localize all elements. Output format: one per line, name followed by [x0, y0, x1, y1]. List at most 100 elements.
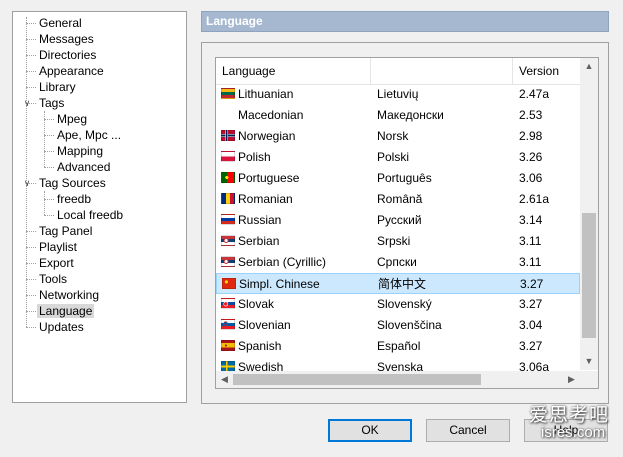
lt-flag-icon	[221, 88, 235, 99]
language-version: 3.11	[519, 234, 542, 248]
language-name: Romanian	[238, 192, 293, 206]
scrollbar-corner	[580, 371, 598, 388]
scroll-down-icon[interactable]: ▼	[580, 353, 598, 370]
language-name: Slovak	[238, 297, 275, 311]
si-flag-icon	[221, 319, 235, 330]
scroll-up-icon[interactable]: ▲	[580, 58, 598, 75]
no-flag-icon	[221, 130, 235, 141]
list-item[interactable]: Romanian Română 2.61a	[216, 189, 580, 210]
tree-branch-line	[44, 191, 45, 215]
tree-connector	[26, 295, 36, 296]
native-name: Српски	[377, 255, 417, 269]
language-name: Macedonian	[238, 108, 304, 122]
tree-item[interactable]: Mpeg	[55, 111, 89, 127]
tree-item[interactable]: Updates	[37, 319, 86, 335]
column-header-native[interactable]	[371, 58, 513, 84]
list-item[interactable]: Spanish Español 3.27	[216, 336, 580, 357]
language-version: 3.27	[519, 297, 543, 311]
language-name: Norwegian	[238, 129, 296, 143]
tree-connector	[26, 55, 36, 56]
column-header-language[interactable]: Language	[216, 58, 371, 84]
list-item[interactable]: Norwegian Norsk 2.98	[216, 126, 580, 147]
list-item[interactable]: Russian Русский 3.14	[216, 210, 580, 231]
language-version: 2.53	[519, 108, 543, 122]
tree-item-label: freedb	[57, 192, 92, 206]
tree-item-label: Tag Sources	[39, 176, 106, 190]
tree-item[interactable]: Appearance	[37, 63, 106, 79]
tree-connector	[26, 23, 36, 24]
tree-connector	[26, 87, 36, 88]
watermark-url: isres.com	[541, 424, 606, 441]
language-version: 3.04	[519, 318, 543, 332]
native-name: 简体中文	[378, 277, 427, 291]
tree-connector	[44, 215, 54, 216]
tree-item-label: Updates	[39, 320, 84, 334]
tree-connector	[26, 247, 36, 248]
list-item[interactable]: Serbian (Cyrillic) Српски 3.11	[216, 252, 580, 273]
tree-item[interactable]: Advanced	[55, 159, 112, 175]
tree-item[interactable]: Tags	[37, 95, 66, 111]
tree-item-label: General	[39, 16, 82, 30]
language-name: Russian	[238, 213, 282, 227]
tree-item[interactable]: Playlist	[37, 239, 79, 255]
list-item[interactable]: Simpl. Chinese 简体中文 3.27	[216, 273, 580, 294]
list-item[interactable]: Slovak Slovenský 3.27	[216, 294, 580, 315]
tree-root-line	[26, 17, 27, 327]
scroll-left-icon[interactable]: ◀	[216, 371, 233, 388]
native-name: Español	[377, 339, 421, 353]
cancel-button[interactable]: Cancel	[426, 419, 510, 442]
tree-item-label: Advanced	[57, 160, 111, 174]
rs-flag-icon	[221, 256, 235, 267]
tree-item-label: Language	[37, 304, 95, 318]
tree-item-label: Export	[39, 256, 74, 270]
tree-item[interactable]: Ape, Mpc ...	[55, 127, 123, 143]
tree-item[interactable]: Messages	[37, 31, 96, 47]
column-header-version[interactable]: Version	[513, 58, 580, 84]
language-list[interactable]: Language Version Lithuanian Lietuvių 2.47a…	[215, 57, 599, 389]
tree-item[interactable]: General	[37, 15, 84, 31]
tree-item[interactable]: Mapping	[55, 143, 105, 159]
chevron-down-icon[interactable]: ∨	[22, 178, 32, 188]
horizontal-scroll-thumb[interactable]	[233, 374, 481, 385]
tree-item[interactable]: freedb	[55, 191, 93, 207]
language-name: Lithuanian	[238, 87, 294, 101]
list-item[interactable]: Polish Polski 3.26	[216, 147, 580, 168]
native-name: Slovenščina	[377, 318, 442, 332]
tree-connector	[44, 135, 54, 136]
tree-item[interactable]: Directories	[37, 47, 98, 63]
chevron-down-icon[interactable]: ∨	[22, 98, 32, 108]
vertical-scroll-thumb[interactable]	[582, 213, 596, 338]
ro-flag-icon	[221, 193, 235, 204]
tree-connector	[44, 167, 54, 168]
native-name: Русский	[377, 213, 422, 227]
tree-item[interactable]: Library	[37, 79, 78, 95]
tree-item-label: Library	[39, 80, 76, 94]
tree-item[interactable]: Language	[37, 303, 95, 319]
language-name: Slovenian	[238, 318, 291, 332]
tree-item[interactable]: Tools	[37, 271, 69, 287]
tree-connector	[26, 311, 36, 312]
tree-item-label: Directories	[39, 48, 97, 62]
tree-item[interactable]: Local freedb	[55, 207, 125, 223]
language-version: 3.27	[519, 339, 543, 353]
horizontal-scrollbar[interactable]: ◀ ▶	[216, 371, 580, 388]
tree-item[interactable]: Tag Panel	[37, 223, 94, 239]
list-item[interactable]: Lithuanian Lietuvių 2.47a	[216, 84, 580, 105]
tree-connector	[26, 231, 36, 232]
list-item[interactable]: Serbian Srpski 3.11	[216, 231, 580, 252]
pt-flag-icon	[221, 172, 235, 183]
list-header: Language Version	[216, 58, 580, 85]
scroll-right-icon[interactable]: ▶	[563, 371, 580, 388]
tree-item[interactable]: Networking	[37, 287, 101, 303]
tree-item[interactable]: Tag Sources	[37, 175, 108, 191]
language-version: 3.14	[519, 213, 543, 227]
native-name: Македонски	[377, 108, 444, 122]
settings-tree[interactable]: General Messages Directories Appearance Libr…	[12, 11, 187, 403]
tree-item[interactable]: Export	[37, 255, 76, 271]
language-name: Serbian (Cyrillic)	[238, 255, 327, 269]
list-item[interactable]: Macedonian Македонски 2.53	[216, 105, 580, 126]
vertical-scrollbar[interactable]: ▲ ▼	[580, 58, 598, 370]
list-item[interactable]: Slovenian Slovenščina 3.04	[216, 315, 580, 336]
list-item[interactable]: Portuguese Português 3.06	[216, 168, 580, 189]
ok-button[interactable]: OK	[328, 419, 412, 442]
